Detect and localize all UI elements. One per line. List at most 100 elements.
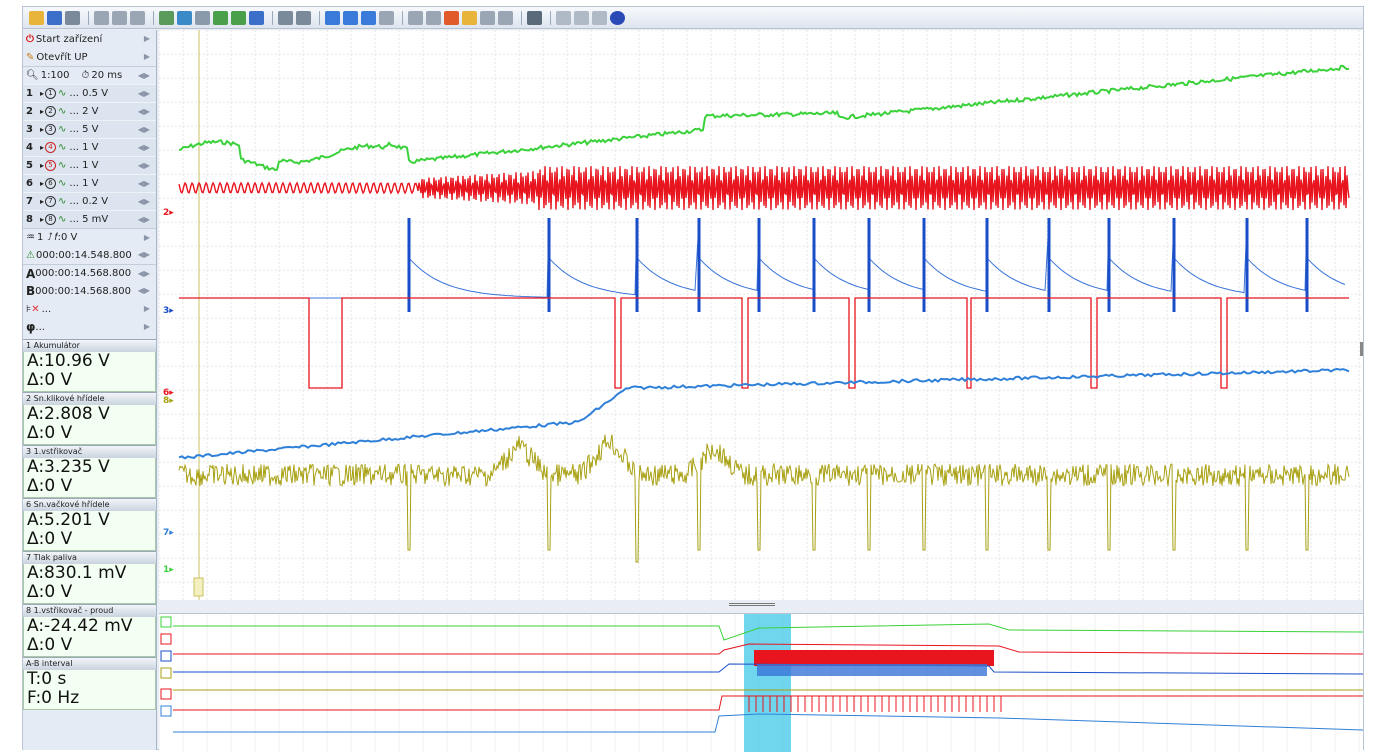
expand-arrow-icon[interactable]: ◀▶	[138, 286, 150, 295]
timebase-label[interactable]: 20 ms	[91, 70, 122, 81]
expand-arrow-icon[interactable]: ◀▶	[138, 161, 150, 170]
channel-scale[interactable]: ... 5 V	[69, 124, 98, 135]
phase-row[interactable]: φ ... ▶	[23, 318, 156, 336]
list-icon[interactable]	[379, 10, 394, 25]
expand-arrow-icon[interactable]: ◀▶	[138, 215, 150, 224]
expand-arrow-icon[interactable]: ◀▶	[138, 125, 150, 134]
channel-row-8[interactable]: 8 ▸ 8 ∿... 5 mV ◀▶	[23, 210, 156, 228]
channel-row-7[interactable]: 7 ▸ 7 ∿... 0.2 V ◀▶	[23, 192, 156, 210]
expand-arrow-icon[interactable]: ◀▶	[138, 71, 150, 80]
channel-3-marker[interactable]: 3▸	[163, 306, 174, 316]
channel-row-1[interactable]: 1 ▸ 1 ∿... 0.5 V ◀▶	[23, 84, 156, 102]
channel-circle-icon[interactable]: 6	[45, 178, 57, 189]
grid-icon[interactable]	[556, 10, 571, 25]
channel-circle-icon[interactable]: 3	[45, 124, 57, 135]
channel-circle-icon[interactable]: 1	[45, 88, 57, 99]
channel-2-marker[interactable]: 2▸	[163, 208, 174, 218]
expand-arrow-icon[interactable]: ◀▶	[138, 269, 150, 278]
channel-row-4[interactable]: 4 ▸ 4 ∿... 1 V ◀▶	[23, 138, 156, 156]
overview-plot-area[interactable]	[158, 613, 1364, 752]
waveform-icon[interactable]	[213, 10, 228, 25]
channel-scale[interactable]: ... 0.2 V	[69, 196, 108, 207]
align-icon[interactable]	[498, 10, 513, 25]
channel-row-5[interactable]: 5 ▸ 5 ∿... 1 V ◀▶	[23, 156, 156, 174]
panel-splitter[interactable]	[159, 600, 1363, 613]
export-icon[interactable]	[130, 10, 145, 25]
filter-icon[interactable]	[296, 10, 311, 25]
probe-signal-icon[interactable]: ∿	[58, 124, 66, 135]
ground-icon[interactable]	[159, 10, 174, 25]
channel-8-marker[interactable]: 8▸	[163, 396, 174, 406]
undo-icon[interactable]	[249, 10, 264, 25]
cursor-a-row[interactable]: A 000:00:14.568.800 ◀▶	[23, 264, 156, 282]
channel-scale[interactable]: ... 5 mV	[69, 214, 108, 225]
splitter-grip-icon[interactable]	[729, 603, 775, 606]
probe-signal-icon[interactable]: ∿	[58, 196, 66, 207]
report-icon[interactable]	[592, 10, 607, 25]
expand-arrow-icon[interactable]: ▶	[144, 304, 150, 313]
zoom-region-icon[interactable]	[426, 10, 441, 25]
channel-disabled-icon[interactable]: 4	[45, 142, 57, 153]
channel-circle-icon[interactable]: 8	[45, 214, 57, 225]
probe-signal-icon[interactable]: ∿	[58, 214, 66, 225]
time-position-row[interactable]: ⚠ 000:00:14.548.800 ◀▶	[23, 246, 156, 264]
layout-dropdown-icon[interactable]	[278, 10, 293, 25]
channel-circle-icon[interactable]: 7	[45, 196, 57, 207]
zoom-label[interactable]: 1:100	[41, 70, 70, 81]
channel-7-marker[interactable]: 7▸	[163, 528, 174, 538]
probe-signal-icon[interactable]: ∿	[58, 88, 66, 99]
cursor-b-row[interactable]: B 000:00:14.568.800 ◀▶	[23, 282, 156, 300]
expand-arrow-icon[interactable]: ◀▶	[138, 250, 150, 259]
channel-row-6[interactable]: 6 ▸ 6 ∿... 1 V ◀▶	[23, 174, 156, 192]
expand-arrow-icon[interactable]: ◀▶	[138, 179, 150, 188]
channels-icon[interactable]	[444, 10, 459, 25]
channel-scale[interactable]: ... 1 V	[69, 160, 98, 171]
channel-scale[interactable]: ... 1 V	[69, 178, 98, 189]
channel-scale[interactable]: ... 2 V	[69, 106, 98, 117]
probe-signal-icon[interactable]: ∿	[58, 142, 66, 153]
check-down-icon[interactable]	[343, 10, 358, 25]
channel-scale[interactable]: ... 1 V	[69, 142, 98, 153]
channel-1-marker[interactable]: 1▸	[163, 565, 174, 575]
channel-disabled-icon[interactable]: 5	[45, 160, 57, 171]
check-icon[interactable]	[325, 10, 340, 25]
probe-signal-icon[interactable]: ∿	[58, 178, 66, 189]
save-icon[interactable]	[47, 10, 62, 25]
help-icon[interactable]	[610, 10, 625, 25]
print-icon[interactable]	[65, 10, 80, 25]
main-plot-area[interactable]: 2▸ 3▸ 6▸ 8▸ 7▸ 1▸	[158, 29, 1363, 600]
check-all-icon[interactable]	[361, 10, 376, 25]
expand-arrow-icon[interactable]: ◀▶	[138, 89, 150, 98]
probe-signal-icon[interactable]: ∿	[58, 160, 66, 171]
probe-signal-icon[interactable]: ∿	[58, 106, 66, 117]
channel-circle-icon[interactable]: 2	[45, 106, 57, 117]
channel-row-2[interactable]: 2 ▸ 2 ∿... 2 V ◀▶	[23, 102, 156, 120]
trigger-row[interactable]: ♒ 1 ⭜ 𝑓: 0 V ▶	[23, 228, 156, 246]
overview-waveform-svg[interactable]	[158, 614, 1364, 752]
marker-icon[interactable]	[480, 10, 495, 25]
expand-arrow-icon[interactable]: ▶	[144, 233, 150, 242]
paste-icon[interactable]	[112, 10, 127, 25]
channel-scale[interactable]: ... 0.5 V	[69, 88, 108, 99]
main-waveform-svg[interactable]	[158, 29, 1363, 600]
open-folder-icon[interactable]	[29, 10, 44, 25]
expand-arrow-icon[interactable]: ◀▶	[138, 197, 150, 206]
expand-arrow-icon[interactable]: ▶	[144, 52, 150, 61]
channel-row-3[interactable]: 3 ▸ 3 ∿... 5 V ◀▶	[23, 120, 156, 138]
start-device-button[interactable]: ⏻ Start zařízení ▶	[23, 30, 156, 48]
cursor-tool-row[interactable]: ⊧ ✕ ... ▶	[23, 300, 156, 318]
waveform-alt-icon[interactable]	[231, 10, 246, 25]
copy-icon[interactable]	[94, 10, 109, 25]
table-icon[interactable]	[574, 10, 589, 25]
expand-arrow-icon[interactable]: ◀▶	[138, 107, 150, 116]
expand-arrow-icon[interactable]: ◀▶	[138, 143, 150, 152]
probe-icon[interactable]	[177, 10, 192, 25]
zoom-fit-icon[interactable]	[408, 10, 423, 25]
color-dropdown-icon[interactable]	[462, 10, 477, 25]
plot-scroll-handle[interactable]	[1360, 342, 1363, 356]
settings-icon[interactable]	[195, 10, 210, 25]
zoom-timebase-row[interactable]: 🔍︎ 1:100 ⏱︎ 20 ms ◀▶	[23, 66, 156, 84]
display-dropdown-icon[interactable]	[527, 10, 542, 25]
expand-arrow-icon[interactable]: ▶	[144, 322, 150, 331]
expand-arrow-icon[interactable]: ▶	[144, 34, 150, 43]
